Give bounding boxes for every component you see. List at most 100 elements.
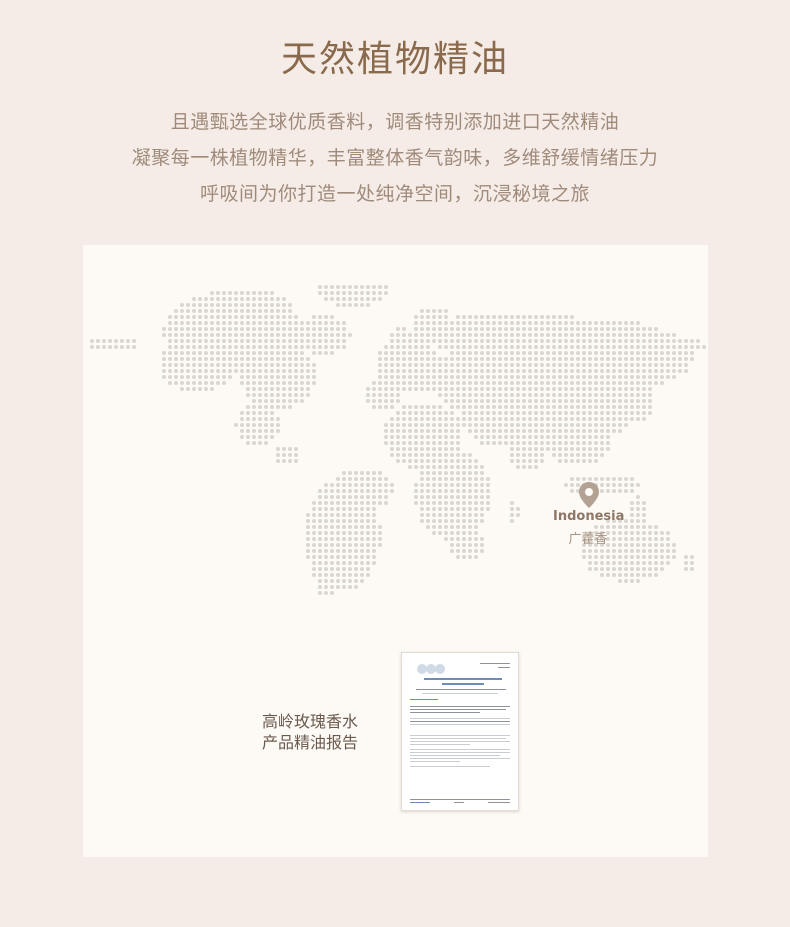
map-dot: [642, 567, 646, 571]
map-dot: [450, 489, 454, 493]
map-dot: [612, 387, 616, 391]
map-dot: [450, 525, 454, 529]
map-dot: [444, 501, 448, 505]
map-dot: [348, 291, 352, 295]
map-dot: [564, 345, 568, 349]
map-dot: [318, 351, 322, 355]
map-dot: [462, 399, 466, 403]
map-dot: [624, 333, 628, 337]
map-dot: [588, 423, 592, 427]
map-dot: [384, 489, 388, 493]
map-dot: [516, 357, 520, 361]
map-dot: [342, 495, 346, 499]
map-dot: [462, 483, 466, 487]
intro-line-3: 呼吸间为你打造一处纯净空间，沉浸秘境之旅: [199, 183, 590, 205]
map-dot: [588, 459, 592, 463]
map-dot: [468, 453, 472, 457]
map-dot: [456, 447, 460, 451]
map-dot: [606, 381, 610, 385]
map-dot: [384, 399, 388, 403]
map-dot: [492, 375, 496, 379]
map-dot: [594, 393, 598, 397]
map-dot: [582, 417, 586, 421]
map-dot: [630, 345, 634, 349]
map-dot: [240, 351, 244, 355]
map-dot: [216, 315, 220, 319]
map-dot: [282, 381, 286, 385]
map-dot: [198, 339, 202, 343]
map-dot: [492, 327, 496, 331]
map-dot: [654, 555, 658, 559]
map-dot: [414, 459, 418, 463]
map-dot: [336, 519, 340, 523]
map-dot: [288, 315, 292, 319]
map-dot: [516, 369, 520, 373]
map-dot: [510, 423, 514, 427]
map-dot: [552, 333, 556, 337]
map-dot: [624, 369, 628, 373]
map-dot: [270, 405, 274, 409]
map-dot: [570, 399, 574, 403]
map-dot: [540, 429, 544, 433]
map-dot: [654, 375, 658, 379]
map-dot: [570, 459, 574, 463]
map-dot: [186, 303, 190, 307]
map-dot: [462, 423, 466, 427]
map-dot: [282, 447, 286, 451]
map-dot: [252, 363, 256, 367]
map-dot: [660, 531, 664, 535]
map-dot: [522, 381, 526, 385]
map-dot: [186, 315, 190, 319]
map-dot: [528, 345, 532, 349]
map-dot: [474, 411, 478, 415]
map-dot: [540, 321, 544, 325]
map-dot: [678, 363, 682, 367]
map-dot: [600, 561, 604, 565]
map-dot: [510, 447, 514, 451]
map-dot: [300, 321, 304, 325]
map-dot: [228, 321, 232, 325]
map-dot: [186, 381, 190, 385]
map-dot: [468, 549, 472, 553]
map-dot: [270, 351, 274, 355]
map-dot: [618, 579, 622, 583]
map-dot: [678, 345, 682, 349]
map-dot: [504, 417, 508, 421]
map-dot: [564, 351, 568, 355]
map-dot: [234, 315, 238, 319]
map-dot: [444, 531, 448, 535]
map-dot: [486, 345, 490, 349]
map-dot: [324, 591, 328, 595]
map-dot: [468, 495, 472, 499]
map-dot: [576, 369, 580, 373]
map-dot: [168, 315, 172, 319]
map-dot: [312, 543, 316, 547]
report-document-thumbnail[interactable]: [401, 652, 519, 811]
map-dot: [618, 555, 622, 559]
map-dot: [498, 417, 502, 421]
map-dot: [606, 399, 610, 403]
map-dot: [528, 459, 532, 463]
map-dot: [474, 393, 478, 397]
map-dot: [426, 363, 430, 367]
map-dot: [558, 405, 562, 409]
map-dot: [444, 399, 448, 403]
map-dot: [594, 405, 598, 409]
map-dot: [414, 387, 418, 391]
map-dot: [546, 375, 550, 379]
map-dot: [468, 465, 472, 469]
map-dot: [570, 321, 574, 325]
map-dot: [486, 375, 490, 379]
map-dot: [516, 321, 520, 325]
map-dot: [456, 471, 460, 475]
map-dot: [534, 393, 538, 397]
map-dot: [180, 303, 184, 307]
map-dot: [468, 501, 472, 505]
map-dot: [342, 543, 346, 547]
map-dot: [636, 333, 640, 337]
map-dot: [636, 387, 640, 391]
map-dot: [630, 507, 634, 511]
map-dot: [426, 369, 430, 373]
map-dot: [600, 429, 604, 433]
map-dot: [522, 429, 526, 433]
